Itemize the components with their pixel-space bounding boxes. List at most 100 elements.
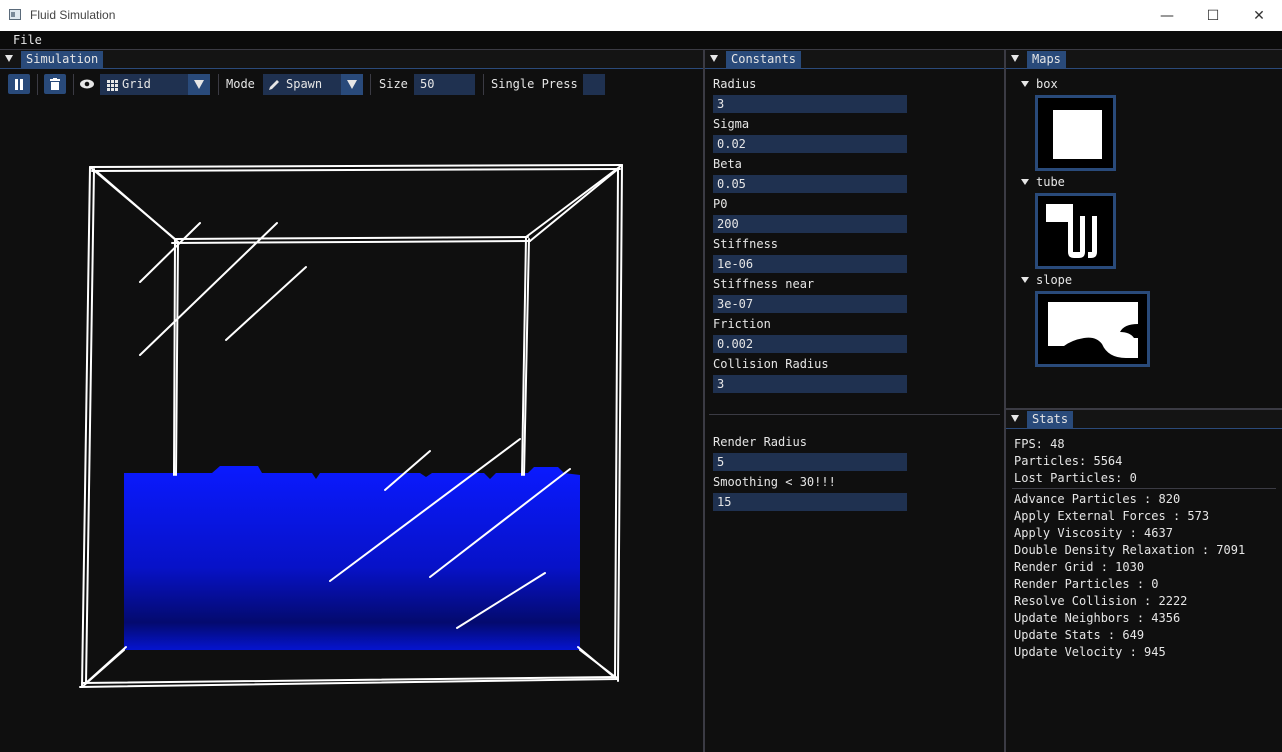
stiffness-near-label: Stiffness near — [713, 277, 815, 291]
trash-icon — [50, 78, 60, 90]
menu-file[interactable]: File — [13, 33, 42, 47]
map-slope-thumbnail[interactable] — [1035, 291, 1150, 367]
stat-timing: Apply External Forces : 573 — [1014, 509, 1210, 523]
single-press-checkbox[interactable] — [583, 74, 605, 95]
toolbar-separator — [370, 74, 371, 95]
friction-value: 0.002 — [717, 337, 754, 351]
radius-input[interactable]: 3 — [713, 95, 907, 113]
stat-particles: Particles: 5564 — [1014, 454, 1123, 468]
app-icon — [9, 9, 21, 20]
simulation-canvas[interactable] — [0, 97, 703, 752]
p0-value: 200 — [717, 217, 739, 231]
size-input[interactable]: 50 — [414, 74, 475, 95]
sigma-value: 0.02 — [717, 137, 746, 151]
friction-input[interactable]: 0.002 — [713, 335, 907, 353]
map-slope-preview — [1048, 302, 1138, 358]
panel-divider-right[interactable] — [1004, 50, 1006, 752]
menu-bar: File — [0, 31, 1282, 49]
simulation-header: Simulation — [0, 50, 703, 69]
map-tube-thumbnail[interactable] — [1035, 193, 1116, 269]
map-box-thumbnail[interactable] — [1035, 95, 1116, 171]
maps-header: Maps — [1006, 50, 1282, 69]
smoothing-input[interactable]: 15 — [713, 493, 907, 511]
collapse-arrow-icon[interactable] — [5, 55, 13, 62]
toolbar-separator — [37, 74, 38, 95]
tab-simulation[interactable]: Simulation — [21, 51, 104, 68]
minimize-icon: — — [1160, 7, 1174, 24]
tree-arrow-icon[interactable] — [1021, 179, 1029, 185]
friction-label: Friction — [713, 317, 771, 331]
stiffness-label: Stiffness — [713, 237, 779, 251]
minimize-button[interactable]: — — [1144, 0, 1190, 31]
single-press-label: Single Press — [491, 77, 578, 91]
p0-label: P0 — [713, 197, 728, 211]
window-titlebar: Fluid Simulation — ☐ ✕ — [0, 0, 1282, 31]
collapse-arrow-icon[interactable] — [1011, 55, 1019, 62]
beta-label: Beta — [713, 157, 742, 171]
mode-value: Spawn — [286, 77, 323, 91]
stiffness-near-input[interactable]: 3e-07 — [713, 295, 907, 313]
stat-timing: Resolve Collision : 2222 — [1014, 594, 1188, 608]
mode-dropdown-button[interactable] — [341, 74, 363, 95]
window-title: Fluid Simulation — [30, 8, 116, 22]
toolbar-separator — [218, 74, 219, 95]
radius-label: Radius — [713, 77, 757, 91]
close-button[interactable]: ✕ — [1236, 0, 1282, 31]
stat-timing: Advance Particles : 820 — [1014, 492, 1181, 506]
beta-value: 0.05 — [717, 177, 746, 191]
sigma-input[interactable]: 0.02 — [713, 135, 907, 153]
stat-timing: Render Particles : 0 — [1014, 577, 1159, 591]
tab-maps[interactable]: Maps — [1027, 51, 1066, 68]
chevron-down-icon — [347, 80, 357, 89]
map-tube-label[interactable]: tube — [1036, 175, 1065, 189]
pause-icon — [15, 78, 23, 90]
tree-arrow-icon[interactable] — [1021, 277, 1029, 283]
stat-timing: Update Stats : 649 — [1014, 628, 1145, 642]
radius-value: 3 — [717, 97, 725, 111]
stat-timing: Update Neighbors : 4356 — [1014, 611, 1181, 625]
stiffness-value: 1e-06 — [717, 257, 754, 271]
p0-input[interactable]: 200 — [713, 215, 907, 233]
map-box-label[interactable]: box — [1036, 77, 1058, 91]
size-value: 50 — [420, 77, 435, 91]
stiffness-input[interactable]: 1e-06 — [713, 255, 907, 273]
chevron-down-icon — [194, 80, 204, 89]
pause-button[interactable] — [8, 74, 30, 94]
stat-timing: Render Grid : 1030 — [1014, 560, 1145, 574]
render-radius-input[interactable]: 5 — [713, 453, 907, 471]
sigma-label: Sigma — [713, 117, 750, 131]
map-tube-preview — [1046, 204, 1097, 258]
stiffness-near-value: 3e-07 — [717, 297, 754, 311]
mode-label: Mode — [226, 77, 255, 91]
beta-input[interactable]: 0.05 — [713, 175, 907, 193]
simulation-toolbar: Grid Mode Spawn Size 50 Single Press — [3, 72, 703, 97]
tab-constants[interactable]: Constants — [726, 51, 802, 68]
smoothing-label: Smoothing < 30!!! — [713, 475, 836, 489]
collapse-arrow-icon[interactable] — [1011, 415, 1019, 422]
stat-timing: Update Velocity : 945 — [1014, 645, 1166, 659]
eye-icon — [80, 78, 94, 92]
map-slope-label[interactable]: slope — [1036, 273, 1072, 287]
view-mode-dropdown-button[interactable] — [188, 74, 210, 95]
stat-timing: Double Density Relaxation : 7091 — [1014, 543, 1246, 557]
clear-button[interactable] — [44, 74, 66, 94]
render-radius-label: Render Radius — [713, 435, 807, 449]
grid-icon — [107, 80, 118, 94]
tree-arrow-icon[interactable] — [1021, 81, 1029, 87]
render-radius-value: 5 — [717, 455, 725, 469]
toolbar-separator — [483, 74, 484, 95]
collapse-arrow-icon[interactable] — [710, 55, 718, 62]
stat-fps: FPS: 48 — [1014, 437, 1065, 451]
maximize-button[interactable]: ☐ — [1190, 0, 1236, 31]
tab-stats[interactable]: Stats — [1027, 411, 1074, 428]
size-label: Size — [379, 77, 408, 91]
panel-divider-left[interactable] — [703, 50, 705, 752]
map-box-preview — [1053, 110, 1102, 159]
stat-lost-particles: Lost Particles: 0 — [1014, 471, 1137, 485]
collision-radius-value: 3 — [717, 377, 725, 391]
stats-header: Stats — [1006, 410, 1282, 429]
collision-radius-label: Collision Radius — [713, 357, 829, 371]
toolbar-separator — [73, 74, 74, 95]
stats-separator — [1012, 488, 1276, 489]
collision-radius-input[interactable]: 3 — [713, 375, 907, 393]
